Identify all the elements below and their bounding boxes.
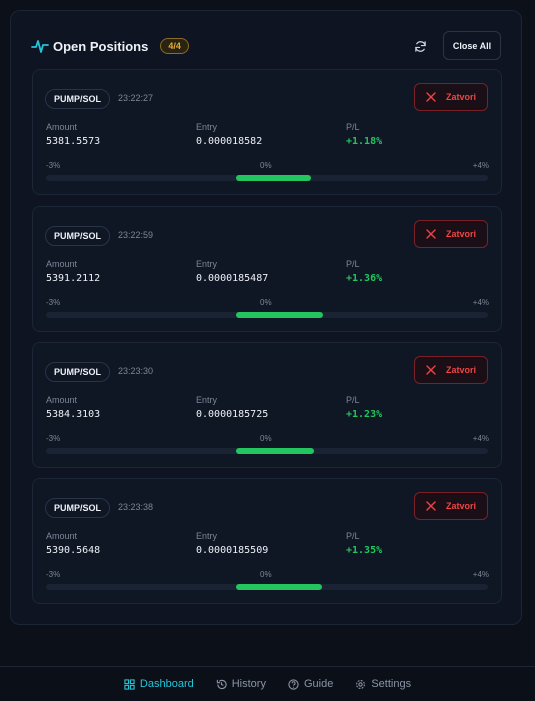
scale-max-label: +4%	[472, 570, 489, 579]
close-icon	[426, 365, 436, 375]
pl-progress-track	[46, 448, 488, 454]
amount-label: Amount	[46, 259, 78, 269]
scale-max-label: +4%	[472, 298, 489, 307]
entry-value: 0.0000185725	[196, 409, 269, 420]
position-time: 23:22:27	[118, 93, 154, 103]
scale-min-label: -3%	[46, 570, 61, 579]
activity-icon	[31, 37, 49, 55]
history-icon	[216, 679, 227, 689]
scale-max-label: +4%	[472, 161, 489, 170]
entry-label: Entry	[196, 395, 218, 405]
amount-value: 5391.2112	[46, 273, 101, 284]
refresh-icon	[414, 40, 426, 52]
position-card: PUMP/SOL 23:22:59 Zatvori Amount 5391.21…	[32, 206, 502, 332]
entry-label: Entry	[196, 531, 218, 541]
close-position-label: Zatvori	[445, 229, 476, 239]
pl-progress-track	[46, 584, 488, 590]
pl-progress-fill	[236, 448, 315, 454]
amount-value: 5390.5648	[46, 545, 101, 556]
entry-label: Entry	[196, 259, 218, 269]
position-time: 23:22:59	[118, 230, 154, 240]
close-position-button[interactable]: Zatvori	[414, 220, 488, 248]
pl-value: +1.36%	[346, 273, 383, 284]
nav-item-label: Settings	[371, 678, 412, 690]
pl-label: P/L	[346, 122, 360, 132]
scale-min-label: -3%	[46, 434, 61, 443]
open-positions-panel: Open Positions 4/4 Close All PUMP/SOL 23…	[10, 10, 522, 625]
pair-badge: PUMP/SOL	[45, 362, 111, 382]
pair-badge: PUMP/SOL	[45, 89, 111, 109]
pl-label: P/L	[346, 259, 360, 269]
close-icon	[426, 92, 436, 102]
amount-label: Amount	[46, 531, 78, 541]
position-count-badge: 4/4	[160, 38, 189, 54]
nav-item-settings[interactable]: Settings	[355, 678, 411, 690]
help-icon	[288, 678, 299, 690]
close-position-button[interactable]: Zatvori	[414, 356, 488, 384]
panel-header: Open Positions 4/4 Close All	[31, 31, 501, 61]
position-card: PUMP/SOL 23:23:38 Zatvori Amount 5390.56…	[32, 478, 502, 604]
grid-icon	[124, 678, 135, 690]
gear-icon	[356, 679, 366, 689]
close-position-label: Zatvori	[445, 501, 476, 511]
scale-zero-label: 0%	[260, 434, 272, 443]
entry-value: 0.000018582	[196, 136, 263, 147]
amount-value: 5381.5573	[46, 136, 101, 147]
close-all-button[interactable]: Close All	[443, 31, 501, 60]
close-position-button[interactable]: Zatvori	[414, 83, 488, 111]
pl-progress-fill	[236, 175, 312, 181]
bottom-nav: Dashboard History Guide Settings	[0, 666, 535, 701]
scale-zero-label: 0%	[260, 161, 272, 170]
nav-item-dashboard[interactable]: Dashboard	[124, 678, 194, 690]
pl-value: +1.35%	[346, 545, 383, 556]
pl-label: P/L	[346, 531, 360, 541]
refresh-button[interactable]	[409, 35, 431, 57]
position-time: 23:23:38	[118, 502, 154, 512]
amount-label: Amount	[46, 122, 78, 132]
close-icon	[426, 229, 436, 239]
pl-progress-fill	[236, 312, 323, 318]
page-title: Open Positions	[53, 38, 149, 54]
scale-max-label: +4%	[472, 434, 489, 443]
nav-item-guide[interactable]: Guide	[288, 678, 333, 690]
close-position-label: Zatvori	[445, 92, 476, 102]
pl-value: +1.23%	[346, 409, 383, 420]
scale-min-label: -3%	[46, 161, 61, 170]
position-card: PUMP/SOL 23:22:27 Zatvori Amount 5381.55…	[32, 69, 502, 195]
position-time: 23:23:30	[118, 366, 154, 376]
nav-item-label: Dashboard	[139, 678, 194, 690]
amount-label: Amount	[46, 395, 78, 405]
entry-value: 0.0000185487	[196, 273, 269, 284]
entry-value: 0.0000185509	[196, 545, 269, 556]
amount-value: 5384.3103	[46, 409, 101, 420]
close-position-label: Zatvori	[445, 365, 476, 375]
pair-badge: PUMP/SOL	[45, 498, 111, 518]
nav-item-label: Guide	[303, 678, 334, 690]
pl-progress-fill	[236, 584, 322, 590]
nav-item-label: History	[231, 678, 266, 690]
position-card: PUMP/SOL 23:23:30 Zatvori Amount 5384.31…	[32, 342, 502, 468]
nav-item-history[interactable]: History	[216, 678, 266, 690]
pl-progress-track	[46, 175, 488, 181]
pair-badge: PUMP/SOL	[45, 226, 111, 246]
scale-zero-label: 0%	[260, 298, 272, 307]
pl-value: +1.18%	[346, 136, 383, 147]
close-icon	[426, 501, 436, 511]
pl-progress-track	[46, 312, 488, 318]
scale-zero-label: 0%	[260, 570, 272, 579]
pl-label: P/L	[346, 395, 360, 405]
entry-label: Entry	[196, 122, 218, 132]
close-position-button[interactable]: Zatvori	[414, 492, 488, 520]
scale-min-label: -3%	[46, 298, 61, 307]
